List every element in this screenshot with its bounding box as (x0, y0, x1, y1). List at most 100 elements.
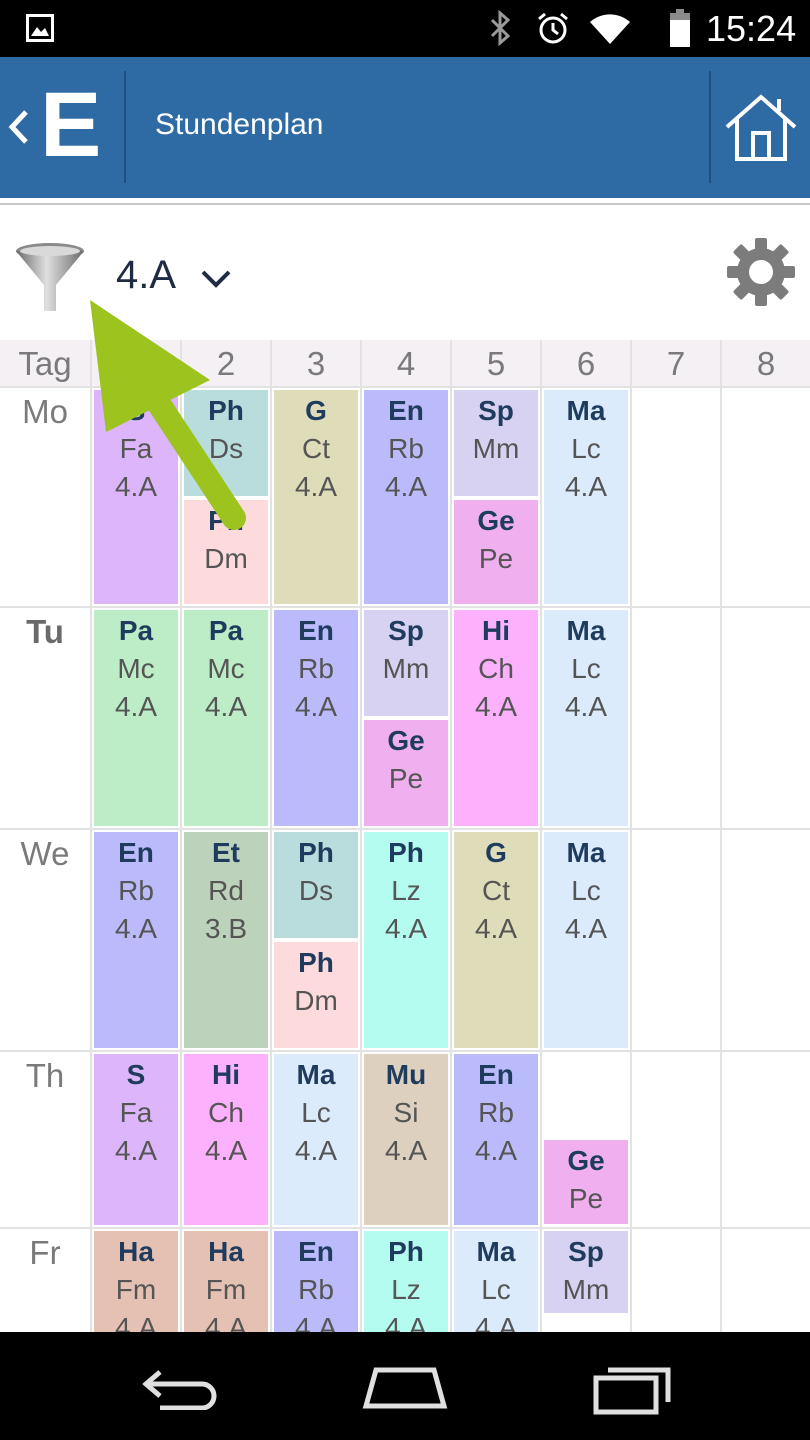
lesson-cell[interactable]: Ge Pe (454, 500, 538, 604)
page-title: Stundenplan (155, 108, 324, 141)
lesson-teacher: Rb (298, 653, 334, 684)
lesson-class: 4.A (474, 913, 518, 944)
lesson-cell[interactable]: Sp Mm (454, 390, 538, 496)
filter-funnel-icon[interactable] (14, 241, 86, 313)
bluetooth-icon (490, 10, 511, 46)
lesson-cell[interactable]: G Ct 4.A (274, 390, 358, 604)
lesson-cell[interactable]: Ma Lc 4.A (544, 390, 628, 604)
lesson-cell[interactable]: S Fa 4.A (94, 1054, 178, 1225)
lesson-teacher: Rb (478, 1097, 514, 1128)
lesson-teacher: Rb (388, 433, 424, 464)
class-selector[interactable]: 4.A (112, 245, 252, 305)
lesson-cell[interactable]: Et Rd 3.B (184, 832, 268, 1048)
lesson-class: 4.A (384, 471, 428, 502)
lesson-teacher: Si (393, 1097, 419, 1128)
nav-home-icon[interactable] (362, 1362, 448, 1412)
lesson-class: 4.A (474, 1312, 518, 1332)
lesson-cell[interactable]: Hi Ch 4.A (184, 1054, 268, 1225)
lesson-cell[interactable]: Ma Lc 4.A (544, 832, 628, 1048)
wifi-icon (590, 14, 630, 44)
lesson-cell[interactable]: S Fa 4.A (94, 390, 178, 604)
lesson-cell[interactable]: Ma Lc 4.A (274, 1054, 358, 1225)
lesson-teacher: Fa (119, 433, 153, 464)
grid-line-horizontal (0, 1050, 810, 1052)
lesson-cell[interactable]: Ph Dm (274, 942, 358, 1048)
lesson-cell[interactable]: Pa Mc 4.A (94, 610, 178, 826)
lesson-cell[interactable]: Ha Fm 4.A (94, 1231, 178, 1332)
lesson-cell[interactable]: G Ct 4.A (454, 832, 538, 1048)
lesson-teacher: Fa (119, 1097, 153, 1128)
lesson-cell[interactable]: En Rb 4.A (454, 1054, 538, 1225)
lesson-teacher: Ct (482, 875, 510, 906)
lesson-subject: Ma (476, 1236, 516, 1267)
class-toolbar: 4.A (0, 203, 810, 342)
settings-gear-icon[interactable] (726, 237, 796, 307)
app-logo: E (40, 74, 102, 176)
lesson-cell[interactable]: Pa Mc 4.A (184, 610, 268, 826)
lesson-subject: Ph (298, 947, 334, 978)
period-header: 4 (362, 340, 450, 386)
lesson-teacher: Fm (115, 1274, 157, 1305)
lesson-subject: En (478, 1059, 514, 1090)
lesson-teacher: Lc (301, 1097, 331, 1128)
lesson-cell[interactable]: Ph Dm (184, 500, 268, 604)
day-label: Th (25, 1057, 65, 1094)
lesson-cell[interactable]: Sp Mm (364, 610, 448, 716)
lesson-subject: Pa (208, 615, 244, 646)
lesson-class: 4.A (384, 913, 428, 944)
lesson-teacher: Mm (472, 433, 520, 464)
battery-icon (670, 9, 690, 47)
lesson-cell[interactable]: Ph Lz 4.A (364, 832, 448, 1048)
status-time: 15:24 (706, 8, 797, 49)
lesson-subject: Ph (298, 837, 334, 868)
nav-back-icon[interactable] (140, 1366, 220, 1410)
lesson-cell[interactable]: Ge Pe (364, 720, 448, 826)
lesson-class: 4.A (384, 1135, 428, 1166)
lesson-teacher: Lc (481, 1274, 511, 1305)
lesson-cell[interactable]: Ph Ds (274, 832, 358, 938)
lesson-class: 4.A (114, 471, 158, 502)
lesson-cell[interactable]: En Rb 4.A (274, 1231, 358, 1332)
period-header: 7 (632, 340, 720, 386)
lesson-cell[interactable]: Ge Pe (544, 1140, 628, 1224)
period-header: 5 (452, 340, 540, 386)
lesson-class: 4.A (474, 691, 518, 722)
image-icon (26, 14, 54, 42)
lesson-cell[interactable]: Sp Mm (544, 1231, 628, 1313)
lesson-subject: Ph (388, 837, 424, 868)
lesson-cell[interactable]: En Rb 4.A (364, 390, 448, 604)
lesson-class: 4.A (564, 691, 608, 722)
lesson-class: 4.A (294, 471, 338, 502)
lesson-teacher: Lz (391, 1274, 421, 1305)
lesson-subject: Sp (478, 395, 514, 426)
lesson-cell[interactable]: Hi Ch 4.A (454, 610, 538, 826)
period-header: 2 (182, 340, 270, 386)
lesson-subject: G (485, 837, 507, 868)
period-header: 6 (542, 340, 630, 386)
lesson-subject: G (305, 395, 327, 426)
lesson-teacher: Pe (388, 763, 424, 794)
lesson-cell[interactable]: Ma Lc 4.A (454, 1231, 538, 1332)
lesson-teacher: Ch (208, 1097, 244, 1128)
day-label: We (20, 835, 70, 872)
lesson-cell[interactable]: Ma Lc 4.A (544, 610, 628, 826)
lesson-cell[interactable]: En Rb 4.A (94, 832, 178, 1048)
lesson-teacher: Mm (382, 653, 430, 684)
lesson-teacher: Mc (207, 653, 245, 684)
home-button[interactable] (711, 57, 810, 198)
grid-line-horizontal (0, 1227, 810, 1229)
status-bar: 15:24 (0, 0, 810, 57)
grid-line-vertical (450, 340, 452, 1332)
lesson-subject: Ha (208, 1236, 244, 1267)
app-bar: E Stundenplan (0, 57, 810, 198)
period-header: 3 (272, 340, 360, 386)
lesson-subject: Ge (567, 1145, 605, 1176)
lesson-cell[interactable]: Mu Si 4.A (364, 1054, 448, 1225)
lesson-cell[interactable]: Ph Ds (184, 390, 268, 496)
lesson-class: 4.A (114, 1312, 158, 1332)
lesson-cell[interactable]: Ha Fm 4.A (184, 1231, 268, 1332)
lesson-cell[interactable]: En Rb 4.A (274, 610, 358, 826)
nav-recents-icon[interactable] (590, 1362, 674, 1416)
lesson-cell[interactable]: Ph Lz 4.A (364, 1231, 448, 1332)
back-logo-button[interactable]: E (0, 57, 124, 198)
